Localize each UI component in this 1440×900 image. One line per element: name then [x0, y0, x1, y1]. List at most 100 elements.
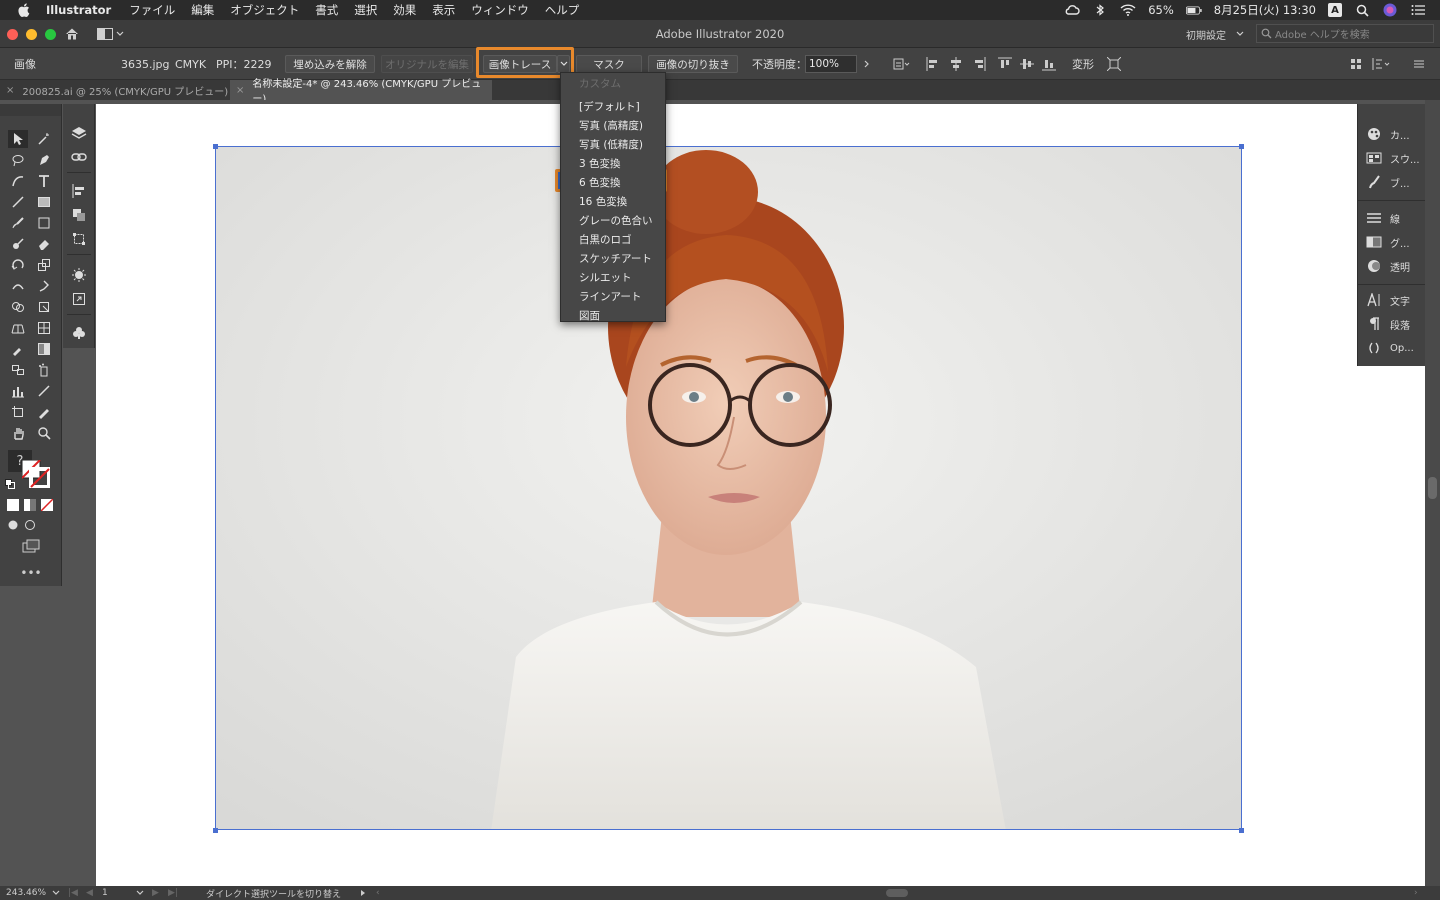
free-transform-tool-icon[interactable] — [34, 298, 54, 316]
menu-item-technical-drawing[interactable]: 図面 — [579, 306, 600, 324]
eraser-tool-icon[interactable] — [34, 235, 54, 253]
arrange-icon[interactable] — [1349, 57, 1363, 71]
opacity-input[interactable]: 100% — [805, 55, 857, 73]
menu-select[interactable]: 選択 — [354, 2, 377, 18]
pathfinder-icon[interactable] — [69, 206, 89, 224]
menu-item-shades-of-gray[interactable]: グレーの色合い — [579, 211, 653, 229]
rotate-tool-icon[interactable] — [8, 256, 28, 274]
shaper-tool-icon[interactable] — [34, 214, 54, 232]
tab-document-untitled-4[interactable]: × 名称未設定-4* @ 243.46% (CMYK/GPU プレビュー) — [230, 79, 492, 105]
selection-handle[interactable] — [213, 828, 218, 833]
selection-handle[interactable] — [213, 144, 218, 149]
links-icon[interactable] — [69, 148, 89, 166]
menu-type[interactable]: 書式 — [315, 2, 338, 18]
width-tool-icon[interactable] — [8, 277, 28, 295]
transform-link[interactable]: 変形 — [1072, 48, 1094, 80]
text-align-icon[interactable] — [1372, 57, 1390, 71]
none-mode-icon[interactable] — [40, 498, 54, 512]
magic-wand-tool-icon[interactable] — [34, 130, 54, 148]
spotlight-search-icon[interactable] — [1354, 3, 1370, 17]
align-right-icon[interactable] — [972, 57, 986, 71]
selection-handle[interactable] — [1239, 828, 1244, 833]
menu-item-sketched-art[interactable]: スケッチアート — [579, 249, 652, 267]
scroll-right-icon[interactable]: › — [1414, 886, 1418, 900]
stroke-panel-item[interactable]: 線 — [1366, 208, 1400, 228]
align-panel-icon[interactable] — [69, 182, 89, 200]
tab-document-200825[interactable]: × 200825.ai @ 25% (CMYK/GPU プレビュー) — [0, 80, 230, 100]
menu-file[interactable]: ファイル — [129, 2, 175, 18]
type-tool-icon[interactable] — [34, 172, 54, 190]
puppet-warp-tool-icon[interactable] — [34, 277, 54, 295]
close-tab-icon[interactable]: × — [6, 85, 14, 96]
selection-handle[interactable] — [1239, 144, 1244, 149]
help-search-input[interactable]: Adobe ヘルプを検索 — [1256, 24, 1434, 43]
color-panel-item[interactable]: カ... — [1366, 124, 1410, 144]
default-colors-icon[interactable] — [4, 478, 16, 490]
linked-filename[interactable]: 3635.jpg — [121, 48, 170, 80]
opentype-panel-item[interactable]: Op... — [1366, 338, 1414, 358]
transparency-panel-item[interactable]: 透明 — [1366, 256, 1410, 276]
align-left-icon[interactable] — [926, 57, 940, 71]
battery-icon[interactable] — [1185, 3, 1202, 17]
crop-image-button[interactable]: 画像の切り抜き — [648, 55, 738, 73]
screen-mode-icon[interactable] — [20, 538, 42, 554]
eyedropper-tool-icon[interactable] — [8, 340, 28, 358]
rectangle-tool-icon[interactable] — [34, 193, 54, 211]
gradient-mode-icon[interactable] — [23, 498, 37, 512]
blend-tool-icon[interactable] — [8, 361, 28, 379]
artboard-tool-icon[interactable] — [8, 403, 28, 421]
swatches-panel-item[interactable]: スウ... — [1366, 148, 1420, 168]
column-graph-tool-icon[interactable] — [8, 382, 28, 400]
menu-item-high-fidelity-photo[interactable]: 写真 (高精度) — [579, 116, 643, 134]
status-menu-icon[interactable] — [360, 886, 366, 900]
align-top-icon[interactable] — [998, 57, 1012, 71]
hand-tool-icon[interactable] — [8, 424, 28, 442]
appearance-icon[interactable] — [69, 266, 89, 284]
scale-tool-icon[interactable] — [34, 256, 54, 274]
paintbrush-tool-icon[interactable] — [8, 214, 28, 232]
menu-item-black-and-white-logo[interactable]: 白黒のロゴ — [579, 230, 632, 248]
menu-edit[interactable]: 編集 — [191, 2, 214, 18]
curvature-tool-icon[interactable] — [8, 172, 28, 190]
align-vertical-center-icon[interactable] — [1020, 57, 1034, 71]
layers-icon[interactable] — [69, 124, 89, 142]
selection-tool-icon[interactable] — [8, 130, 28, 148]
isolate-object-icon[interactable] — [1106, 56, 1122, 72]
vertical-scrollbar[interactable] — [1425, 100, 1440, 886]
menu-item-silhouettes[interactable]: シルエット — [579, 268, 632, 286]
bluetooth-icon[interactable] — [1092, 3, 1108, 17]
mesh-tool-icon[interactable] — [34, 319, 54, 337]
placed-image[interactable] — [215, 146, 1242, 830]
artboard-number-field[interactable]: 1 — [102, 886, 108, 900]
gradient-tool-icon[interactable] — [34, 340, 54, 358]
brushes-panel-item[interactable]: ブ... — [1366, 172, 1410, 192]
panel-menu-icon[interactable] — [1412, 57, 1426, 71]
asset-export-icon[interactable] — [69, 290, 89, 308]
artboard-dropdown-icon[interactable] — [136, 886, 144, 900]
zoom-tool-icon[interactable] — [34, 424, 54, 442]
tools-panel-header[interactable] — [0, 104, 61, 116]
wifi-icon[interactable] — [1120, 3, 1136, 17]
symbols-icon[interactable] — [69, 324, 89, 342]
line-tool-icon[interactable] — [8, 193, 28, 211]
menu-effect[interactable]: 効果 — [393, 2, 416, 18]
fill-stroke-swatch[interactable] — [21, 459, 51, 489]
lasso-tool-icon[interactable] — [8, 151, 28, 169]
shape-builder-tool-icon[interactable] — [8, 298, 28, 316]
opacity-expand-icon[interactable] — [864, 48, 870, 80]
siri-icon[interactable] — [1382, 3, 1398, 17]
unembed-button[interactable]: 埋め込みを解除 — [285, 55, 375, 73]
input-source-icon[interactable]: A — [1328, 3, 1342, 17]
menu-view[interactable]: 表示 — [432, 2, 455, 18]
align-bottom-icon[interactable] — [1042, 57, 1056, 71]
menu-item-low-fidelity-photo[interactable]: 写真 (低精度) — [579, 135, 643, 153]
edit-toolbar-icon[interactable]: ••• — [20, 566, 42, 580]
close-tab-icon[interactable]: × — [236, 85, 244, 96]
menu-item-3-colors[interactable]: 3 色変換 — [579, 154, 621, 172]
apple-icon[interactable] — [16, 2, 32, 18]
symbol-sprayer-tool-icon[interactable] — [34, 361, 54, 379]
zoom-level-field[interactable]: 243.46% — [6, 886, 46, 900]
menu-object[interactable]: オブジェクト — [230, 2, 299, 18]
blob-brush-tool-icon[interactable] — [8, 235, 28, 253]
slice-tool-icon[interactable] — [34, 403, 54, 421]
